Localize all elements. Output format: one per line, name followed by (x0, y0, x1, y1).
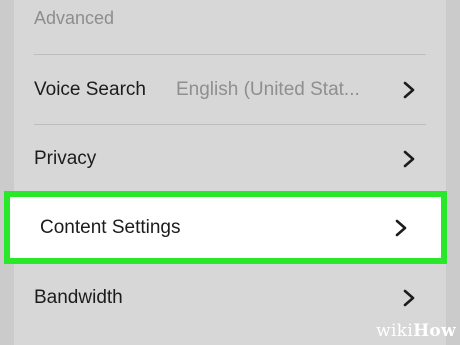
left-gutter (0, 0, 14, 345)
settings-row-label: Privacy (34, 148, 97, 169)
chevron-right-icon (403, 150, 415, 168)
settings-row-value: English (United Stat... (176, 79, 360, 100)
settings-row-voice-search[interactable]: Voice Search English (United Stat... (14, 56, 446, 124)
chevron-right-icon (403, 289, 415, 307)
settings-row-label: Content Settings (40, 216, 181, 238)
right-gutter (446, 0, 460, 345)
settings-row-label: Voice Search (34, 79, 146, 100)
settings-row-label: Bandwidth (34, 287, 123, 308)
section-header-advanced: Advanced (34, 8, 115, 28)
chevron-right-icon (395, 219, 407, 236)
settings-row-privacy[interactable]: Privacy (14, 125, 446, 193)
divider (34, 54, 426, 55)
wikihow-watermark: wikiHow (376, 321, 456, 341)
settings-row-content-settings[interactable]: Content Settings (4, 191, 447, 264)
chevron-right-icon (403, 81, 415, 99)
